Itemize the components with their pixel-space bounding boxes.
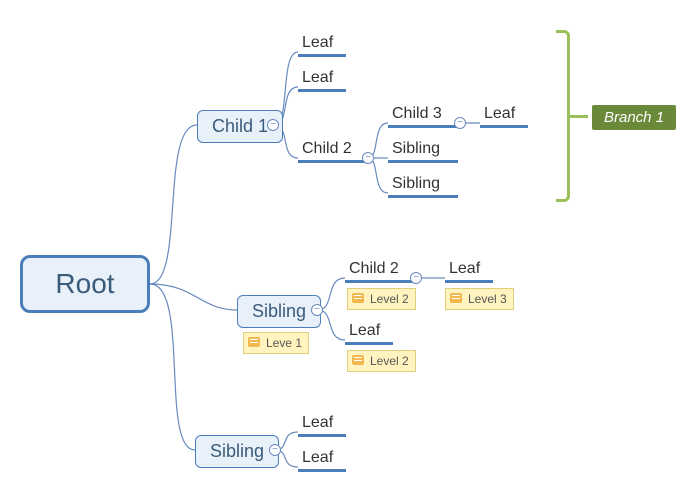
- note-level2a[interactable]: Level 2: [347, 288, 416, 310]
- leaf-label: Sibling: [392, 140, 440, 157]
- mid-child2[interactable]: Child 2: [345, 260, 415, 283]
- root-label: Root: [55, 268, 114, 299]
- leaf-label: Child 2: [349, 260, 399, 277]
- sibling-mid-node[interactable]: Sibling: [237, 295, 321, 328]
- note-label: Level 2: [370, 292, 409, 306]
- collapse-icon[interactable]: −: [410, 272, 422, 284]
- bracket-tail: [570, 115, 588, 118]
- leaf-label: Leaf: [302, 69, 333, 86]
- note-label: Leve 1: [266, 336, 302, 350]
- root-node[interactable]: Root: [20, 255, 150, 313]
- leaf-label: Leaf: [302, 34, 333, 51]
- child2-sibling1[interactable]: Sibling: [388, 140, 458, 163]
- leaf-label: Leaf: [484, 105, 515, 122]
- child1-child2[interactable]: Child 2: [298, 140, 368, 163]
- leaf-label: Leaf: [302, 414, 333, 431]
- child1-leaf1[interactable]: Leaf: [298, 34, 346, 57]
- mid-child2-leaf[interactable]: Leaf: [445, 260, 493, 283]
- branch-badge: Branch 1: [592, 105, 676, 130]
- bot-leaf2[interactable]: Leaf: [298, 449, 346, 472]
- note-label: Level 3: [468, 292, 507, 306]
- leaf-label: Leaf: [349, 322, 380, 339]
- leaf-label: Child 2: [302, 140, 352, 157]
- leaf-label: Leaf: [302, 449, 333, 466]
- sibling-bot-node[interactable]: Sibling: [195, 435, 279, 468]
- collapse-icon[interactable]: −: [269, 444, 281, 456]
- leaf-label: Child 3: [392, 105, 442, 122]
- leaf-label: Sibling: [392, 175, 440, 192]
- collapse-icon[interactable]: −: [267, 119, 279, 131]
- child2-child3[interactable]: Child 3: [388, 105, 458, 128]
- bot-leaf1[interactable]: Leaf: [298, 414, 346, 437]
- mid-leaf[interactable]: Leaf: [345, 322, 393, 345]
- child2-sibling2[interactable]: Sibling: [388, 175, 458, 198]
- note-level2b[interactable]: Level 2: [347, 350, 416, 372]
- branch-bracket: [556, 30, 570, 202]
- sibling-mid-label: Sibling: [252, 301, 306, 321]
- collapse-icon[interactable]: −: [311, 304, 323, 316]
- sibling-bot-label: Sibling: [210, 441, 264, 461]
- note-level1[interactable]: Leve 1: [243, 332, 309, 354]
- child1-leaf2[interactable]: Leaf: [298, 69, 346, 92]
- collapse-icon[interactable]: −: [454, 117, 466, 129]
- badge-label: Branch 1: [604, 109, 664, 126]
- child3-leaf[interactable]: Leaf: [480, 105, 528, 128]
- collapse-icon[interactable]: −: [362, 152, 374, 164]
- note-level3[interactable]: Level 3: [445, 288, 514, 310]
- leaf-label: Leaf: [449, 260, 480, 277]
- child1-label: Child 1: [212, 116, 268, 136]
- note-label: Level 2: [370, 354, 409, 368]
